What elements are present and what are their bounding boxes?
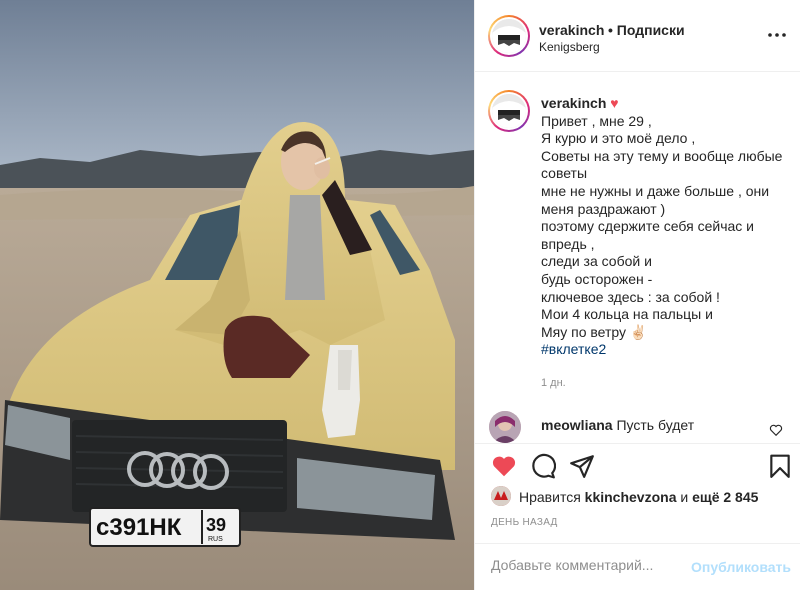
add-comment-bar: Опубликовать	[475, 543, 800, 590]
comment-body: Пусть будет	[616, 417, 695, 433]
red-heart-icon: ♥	[610, 95, 619, 111]
avatar-image	[492, 94, 526, 128]
caption-line: следи за собой и	[541, 253, 652, 270]
avatar-image	[492, 19, 526, 53]
caption-line: мне не нужны и даже больше , они меня ра…	[541, 182, 770, 217]
publish-button[interactable]: Опубликовать	[691, 559, 791, 575]
avatar-image	[491, 486, 511, 506]
caption-line: Советы на эту тему и вообще любые советы	[541, 147, 783, 182]
caption-author[interactable]: verakinch	[541, 95, 606, 111]
action-bar	[475, 443, 800, 487]
caption-line: поэтому сдержите себя сейчас и впредь ,	[541, 218, 754, 252]
heart-small-icon[interactable]	[769, 423, 783, 437]
caption-author-avatar[interactable]	[488, 90, 530, 132]
likes-middle: и	[680, 489, 689, 505]
caption-text: verakinch ♥ Привет , мне 29 , Я курю и э…	[541, 95, 791, 359]
caption-line: Привет , мне 29 ,	[541, 112, 652, 129]
post-header: verakinch • Подписки Kenigsberg	[475, 0, 800, 72]
post-side-panel: verakinch • Подписки Kenigsberg verakinc…	[474, 0, 800, 590]
caption-line: Мои 4 кольца на пальцы и	[541, 306, 713, 323]
share-icon[interactable]	[569, 453, 595, 479]
caption-time: 1 дн.	[541, 377, 566, 389]
comment-author[interactable]: meowliana	[541, 417, 613, 433]
comment-item: meowliana Пусть будет	[489, 411, 789, 443]
likes-others[interactable]: ещё 2 845	[692, 489, 758, 505]
post-photo[interactable]: с391НК 39 RUS	[0, 0, 474, 590]
photo-scene: с391НК 39 RUS	[0, 0, 474, 590]
caption-hashtag[interactable]: #вклетке2	[541, 341, 606, 357]
comment-icon[interactable]	[530, 453, 556, 479]
post-time[interactable]: ДЕНЬ НАЗАД	[491, 517, 558, 528]
bookmark-icon[interactable]	[767, 453, 793, 479]
author-username[interactable]: verakinch	[539, 22, 604, 38]
comment-text: meowliana Пусть будет	[541, 417, 694, 433]
caption-line: Я курю и это моё дело ,	[541, 130, 696, 147]
commenter-avatar[interactable]	[489, 411, 521, 443]
plate-country: RUS	[208, 536, 223, 543]
caption-line: Мяу по ветру ✌🏻	[541, 323, 648, 340]
plate-number: с391НК	[96, 514, 182, 541]
follow-status[interactable]: • Подписки	[608, 22, 685, 38]
comments-list[interactable]: verakinch ♥ Привет , мне 29 , Я курю и э…	[475, 73, 800, 443]
more-icon[interactable]	[766, 24, 788, 46]
caption-line: будь осторожен -	[541, 270, 653, 287]
liker-avatar[interactable]	[491, 486, 511, 506]
plate-region: 39	[206, 515, 226, 535]
likes-summary: Нравится kkinchevzona и ещё 2 845	[491, 486, 791, 508]
likes-text: Нравится kkinchevzona и ещё 2 845	[519, 489, 758, 505]
caption-line: ключевое здесь : за собой !	[541, 288, 720, 305]
avatar-image	[489, 411, 521, 443]
post-location[interactable]: Kenigsberg	[539, 40, 600, 54]
heart-icon[interactable]	[491, 453, 517, 479]
comment-input[interactable]	[491, 557, 691, 573]
author-avatar[interactable]	[488, 15, 530, 57]
likes-prefix: Нравится	[519, 489, 581, 505]
likes-user[interactable]: kkinchevzona	[585, 489, 677, 505]
